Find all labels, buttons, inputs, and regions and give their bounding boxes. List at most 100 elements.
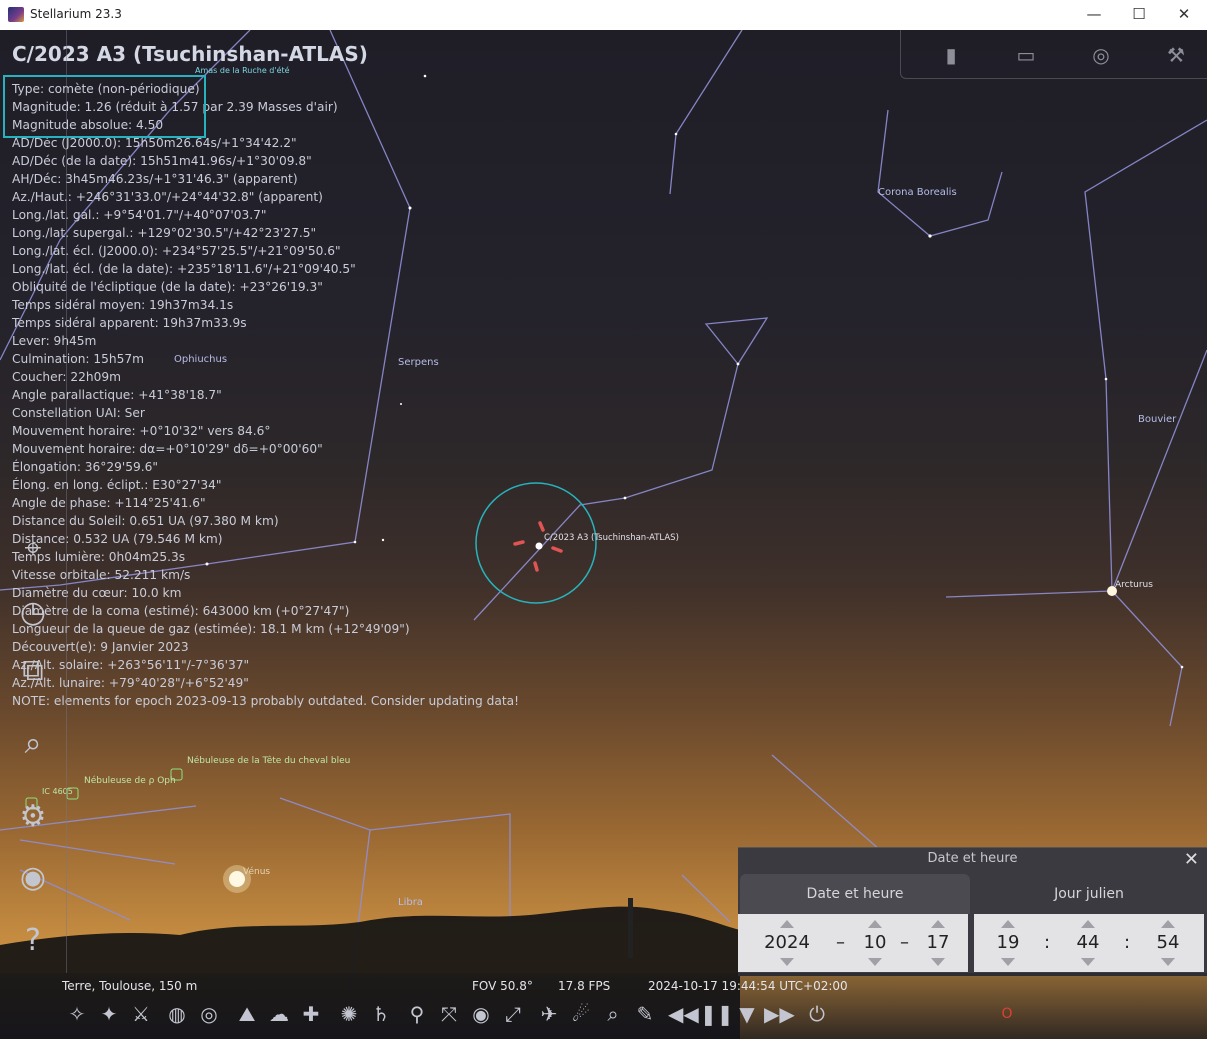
tab-date-time[interactable]: Date et heure — [740, 874, 970, 914]
label-corona-borealis[interactable]: Corona Borealis — [878, 187, 957, 198]
status-fps: 17.8 FPS — [558, 979, 611, 993]
info-line: Angle parallactique: +41°38'18.7" — [12, 388, 222, 402]
info-line: Obliquité de l'écliptique (de la date): … — [12, 280, 323, 294]
info-line: Distance du Soleil: 0.651 UA (97.380 M k… — [12, 514, 279, 528]
planets-icon[interactable]: ♄ — [366, 999, 396, 1029]
constellation-lines-icon[interactable]: ✧ — [62, 999, 92, 1029]
minute-down-arrow-icon[interactable] — [1081, 958, 1095, 966]
nebulae-icon[interactable]: ✺ — [334, 999, 364, 1029]
day-up-arrow-icon[interactable] — [931, 920, 945, 928]
hour-up-arrow-icon[interactable] — [1001, 920, 1015, 928]
day-field[interactable]: 17 — [908, 932, 968, 953]
year-up-arrow-icon[interactable] — [780, 920, 794, 928]
info-line: Distance: 0.532 UA (79.546 M km) — [12, 532, 223, 546]
forward-icon[interactable]: ▶▶ — [764, 999, 795, 1029]
equatorial-grid-icon[interactable]: ◍ — [162, 999, 192, 1029]
year-field[interactable]: 2024 — [757, 932, 817, 953]
search-sky-icon[interactable]: ⌕ — [598, 999, 628, 1029]
label-venus[interactable]: Vénus — [243, 867, 270, 877]
month-down-arrow-icon[interactable] — [868, 958, 882, 966]
target-icon[interactable]: ◎ — [1086, 40, 1116, 70]
meteors-icon[interactable]: ☄ — [566, 999, 596, 1029]
info-note: NOTE: elements for epoch 2023-09-13 prob… — [12, 694, 519, 708]
rewind-icon[interactable]: ◀◀ — [668, 999, 699, 1029]
wrench-icon[interactable]: ⚒ — [1161, 40, 1191, 70]
screen-icon[interactable]: ▭ — [1011, 40, 1041, 70]
minute-up-arrow-icon[interactable] — [1081, 920, 1095, 928]
info-line: Mouvement horaire: +0°10'32" vers 84.6° — [12, 424, 271, 438]
info-line: Az./Alt. lunaire: +79°40'28"/+6°52'49" — [12, 676, 249, 690]
day-down-arrow-icon[interactable] — [931, 958, 945, 966]
satellites-icon[interactable]: ✈ — [534, 999, 564, 1029]
info-line: Vitesse orbitale: 52.211 km/s — [12, 568, 191, 582]
time-separator: : — [1044, 932, 1051, 953]
center-icon[interactable]: ⤧ — [434, 999, 464, 1029]
info-line: Long./lat. écl. (J2000.0): +234°57'25.5"… — [12, 244, 341, 258]
time-separator: : — [1124, 932, 1131, 953]
constellation-art-icon[interactable]: ⚔ — [126, 999, 156, 1029]
pause-icon[interactable]: ❚❚ — [700, 999, 734, 1029]
label-comet[interactable]: C/2023 A3 (Tsuchinshan-ATLAS) — [544, 533, 679, 543]
search-icon[interactable]: ⌕ — [12, 723, 54, 765]
label-nebula-cheval[interactable]: Nébuleuse de la Tête du cheval bleu — [187, 756, 350, 766]
hour-field[interactable]: 19 — [978, 932, 1038, 953]
ground-icon[interactable]: ⛰ — [232, 999, 262, 1029]
info-line: Culmination: 15h57m — [12, 352, 145, 366]
info-line: Mouvement horaire: dα=+0°10'29" dδ=+0°00… — [12, 442, 323, 456]
tab-julian-day[interactable]: Jour julien — [974, 874, 1204, 914]
close-window-button[interactable]: ✕ — [1161, 0, 1207, 30]
fullscreen-icon[interactable]: ⤢ — [498, 999, 528, 1029]
pointer-icon[interactable]: ✎ — [630, 999, 660, 1029]
help-icon[interactable]: ? — [12, 920, 54, 962]
label-arcturus[interactable]: Arcturus — [1115, 580, 1153, 590]
month-field[interactable]: 10 — [845, 932, 905, 953]
ocular-icon[interactable]: ▮ — [936, 40, 966, 70]
label-amas[interactable]: Amas de la Ruche d'été — [195, 66, 290, 75]
clock-icon[interactable]: ◷ — [12, 592, 54, 634]
left-toolbar: ⌖ ◷ ⧉ ⌕ ⚙ ◉ ? — [0, 30, 67, 973]
top-toolbar: ▮ ▭ ◎ ⚒ — [900, 30, 1207, 79]
label-libra[interactable]: Libra — [398, 897, 423, 908]
label-nebula-rho-oph[interactable]: Nébuleuse de ρ Oph — [84, 776, 176, 786]
info-line: AH/Déc: 3h45m46.23s/+1°31'46.3" (apparen… — [12, 172, 298, 186]
info-line: AD/Déc (de la date): 15h51m41.96s/+1°30'… — [12, 154, 312, 168]
settings-icon[interactable]: ⚙ — [12, 796, 54, 838]
location-icon[interactable]: ⌖ — [12, 528, 54, 570]
label-ophiuchus[interactable]: Ophiuchus — [174, 354, 227, 365]
info-line: Long./lat. supergal.: +129°02'30.5"/+42°… — [12, 226, 317, 240]
label-bouvier[interactable]: Bouvier — [1138, 414, 1176, 425]
night-mode-icon[interactable]: ◉ — [466, 999, 496, 1029]
info-line: Lever: 9h45m — [12, 334, 97, 348]
datetime-panel-title: Date et heure — [927, 851, 1018, 866]
maximize-button[interactable]: ☐ — [1116, 0, 1162, 30]
astrocalc-icon[interactable]: ◉ — [12, 857, 54, 899]
sky-view[interactable]: C/2023 A3 (Tsuchinshan-ATLAS) Type: comè… — [0, 30, 1207, 1039]
second-field[interactable]: 54 — [1138, 932, 1198, 953]
window-title: Stellarium 23.3 — [30, 7, 122, 21]
azimuthal-grid-icon[interactable]: ◎ — [194, 999, 224, 1029]
minimize-button[interactable]: — — [1071, 0, 1117, 30]
cardinal-points-icon[interactable]: ✚ — [296, 999, 326, 1029]
info-line: Az./Alt. solaire: +263°56'11"/-7°36'37" — [12, 658, 250, 672]
info-line: Longueur de la queue de gaz (estimée): 1… — [12, 622, 410, 636]
atmosphere-icon[interactable]: ☁ — [264, 999, 294, 1029]
month-up-arrow-icon[interactable] — [868, 920, 882, 928]
info-line: Az./Haut.: +246°31'33.0"/+24°44'32.8" (a… — [12, 190, 323, 204]
view-icon[interactable]: ⧉ — [12, 650, 54, 692]
info-line: Constellation UAI: Ser — [12, 406, 145, 420]
stellarium-app-icon — [8, 7, 24, 22]
second-down-arrow-icon[interactable] — [1161, 958, 1175, 966]
hour-down-arrow-icon[interactable] — [1001, 958, 1015, 966]
bottom-toolbar: Terre, Toulouse, 150 m FOV 50.8° 17.8 FP… — [0, 973, 1207, 1039]
minute-field[interactable]: 44 — [1058, 932, 1118, 953]
label-serpens[interactable]: Serpens — [398, 357, 439, 368]
second-up-arrow-icon[interactable] — [1161, 920, 1175, 928]
datetime-panel: Date et heure ✕ Date et heure Jour julie… — [738, 847, 1207, 976]
constellation-labels-icon[interactable]: ✦ — [94, 999, 124, 1029]
info-line: Temps sidéral apparent: 19h37m33.9s — [12, 316, 247, 330]
telescope-icon[interactable]: ⚲ — [402, 999, 432, 1029]
year-down-arrow-icon[interactable] — [780, 958, 794, 966]
quit-icon[interactable]: ⏻ — [802, 999, 832, 1029]
close-icon[interactable]: ✕ — [1184, 849, 1199, 870]
realtime-icon[interactable]: ▼ — [732, 999, 762, 1029]
